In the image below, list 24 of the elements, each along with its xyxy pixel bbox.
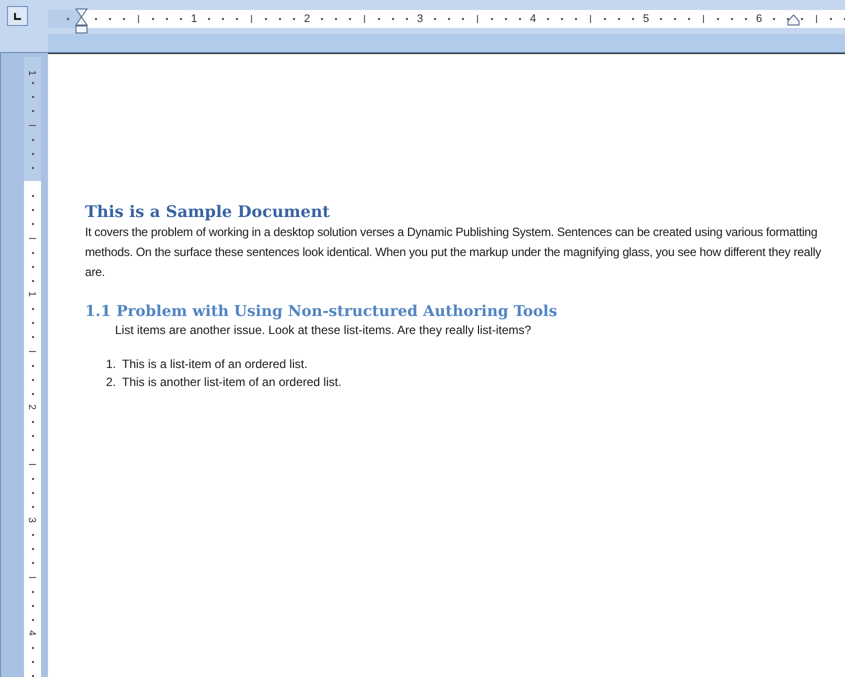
ruler-number: 3 [26, 517, 36, 523]
section-paragraph: List items are another issue. Look at these list-items. Are they really list-items? [114, 322, 532, 339]
ruler-number: 6 [756, 12, 762, 27]
list-item-text: This is a list-item of an ordered list. [122, 356, 308, 373]
indent-marker-icon[interactable] [75, 8, 88, 34]
section-heading: 1.1 Problem with Using Non-structured Authoring Tools [85, 301, 558, 321]
list-number: 2. [106, 374, 118, 391]
ruler-number: 4 [530, 12, 536, 27]
ruler-margin [48, 10, 81, 28]
left-tab-icon [13, 12, 22, 20]
list-number: 1. [106, 356, 118, 373]
list-item-text: This is another list-item of an ordered list. [122, 374, 342, 391]
ruler-number: 4 [26, 630, 36, 636]
tab-selector-button[interactable] [7, 6, 28, 26]
ruler-number: 2 [304, 12, 310, 27]
ruler-number: 1 [26, 291, 36, 297]
right-indent-marker-icon[interactable] [787, 14, 800, 26]
ruler-number: 1 [190, 12, 198, 27]
intro-paragraph: It covers the problem of working in a desktop solution verses a Dynamic Publishing System. Sentences can be created using various formatting methods. On the surface these sentences look identical. When you put the markup under the magnifying glass, you see how different they really are. [85, 224, 822, 281]
ruler-number: 5 [642, 12, 650, 27]
ruler-number: 2 [26, 404, 36, 410]
document-title: This is a Sample Document [85, 202, 331, 222]
ruler-number: 1 [26, 70, 36, 76]
ruler-number: 3 [416, 12, 424, 27]
